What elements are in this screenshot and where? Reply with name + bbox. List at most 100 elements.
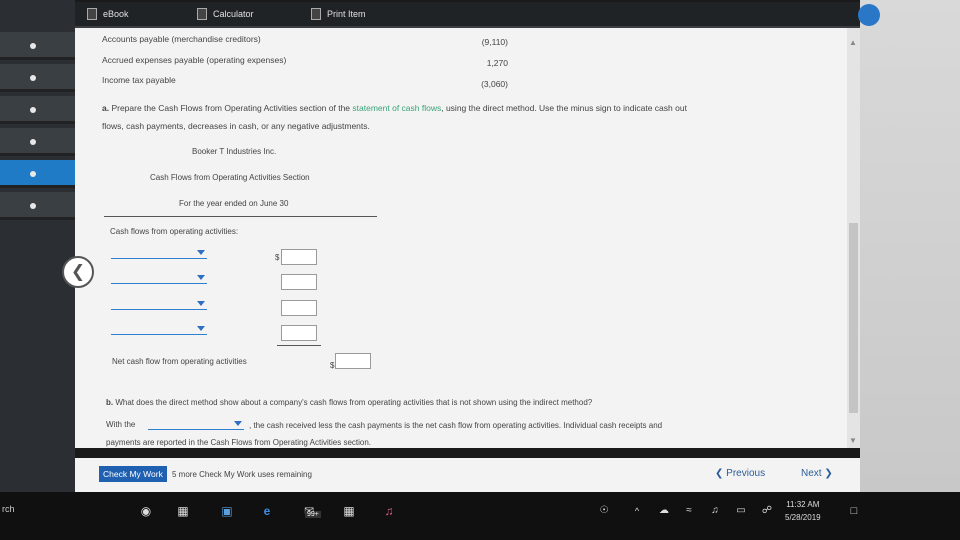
edge-browser-icon[interactable]: e xyxy=(258,502,276,520)
next-label: Next xyxy=(801,468,822,479)
method-dropdown[interactable] xyxy=(148,420,244,430)
previous-label: Previous xyxy=(726,468,766,479)
nav-item-5-active[interactable] xyxy=(0,160,75,188)
check-my-work-button[interactable]: Check My Work xyxy=(99,466,167,482)
account-label: Accounts payable (merchandise creditors) xyxy=(102,34,261,44)
print-label: Print Item xyxy=(327,9,366,19)
next-button[interactable]: Next ❯ xyxy=(801,468,833,479)
top-toolbar: eBook Calculator Print Item xyxy=(75,2,860,28)
nav-dot-icon xyxy=(30,139,36,145)
scroll-thumb[interactable] xyxy=(849,223,858,413)
account-value: (9,110) xyxy=(481,37,508,47)
line-item-dropdown[interactable] xyxy=(111,325,207,335)
nav-item-6[interactable] xyxy=(0,192,75,220)
statement-link[interactable]: statement of cash flows xyxy=(352,103,441,113)
chevron-down-icon xyxy=(197,275,205,280)
part-b-question: b. What does the direct method show abou… xyxy=(106,398,592,407)
dollar-sign: $ xyxy=(275,253,280,262)
calculator-label: Calculator xyxy=(213,9,254,19)
net-cash-input[interactable] xyxy=(335,353,371,369)
music-icon[interactable]: ♫ xyxy=(380,502,398,520)
line-item-dropdown[interactable] xyxy=(111,300,207,310)
account-value: 1,270 xyxy=(486,58,508,68)
part-a-line2: flows, cash payments, decreases in cash,… xyxy=(102,121,370,131)
part-b-answer-tail: , the cash received less the cash paymen… xyxy=(249,421,663,430)
footer-bar: Check My Work 5 more Check My Work uses … xyxy=(75,458,860,492)
remaining-uses-text: 5 more Check My Work uses remaining xyxy=(172,470,312,479)
scroll-up-icon[interactable]: ▲ xyxy=(849,38,857,47)
calculator-button[interactable]: Calculator xyxy=(197,8,254,20)
people-icon[interactable]: ☉ xyxy=(595,502,613,520)
notification-badge: 99+ xyxy=(305,511,321,518)
content-scrollbar[interactable]: ▲ ▼ xyxy=(847,28,860,448)
amount-input[interactable] xyxy=(281,274,317,290)
amount-input[interactable] xyxy=(281,300,317,316)
show-hidden-icons[interactable]: ^ xyxy=(628,502,646,520)
nav-item-4[interactable] xyxy=(0,128,75,156)
left-nav-panel xyxy=(0,0,75,492)
company-name: Booker T Industries Inc. xyxy=(192,147,277,156)
search-box-fragment[interactable]: rch xyxy=(2,504,15,514)
store-icon[interactable]: ▦ xyxy=(340,502,358,520)
cloud-icon[interactable]: ☁ xyxy=(655,502,673,520)
line-item-dropdown[interactable] xyxy=(111,249,207,259)
print-icon xyxy=(311,8,321,20)
action-center-icon[interactable]: □ xyxy=(845,502,863,520)
file-explorer-icon[interactable]: ▣ xyxy=(218,502,236,520)
nav-item-1[interactable] xyxy=(0,32,75,60)
nav-item-2[interactable] xyxy=(0,64,75,92)
nav-dot-icon xyxy=(30,75,36,81)
assistant-icon[interactable] xyxy=(858,4,880,26)
network-icon[interactable]: ☍ xyxy=(758,502,776,520)
part-b-line3: payments are reported in the Cash Flows … xyxy=(106,438,372,447)
statement-period: For the year ended on June 30 xyxy=(179,199,289,208)
dollar-sign: $ xyxy=(330,361,335,370)
ebook-label: eBook xyxy=(103,9,129,19)
clock-time: 11:32 AM xyxy=(786,500,820,509)
subtotal-rule xyxy=(277,345,321,346)
battery-icon[interactable]: ▭ xyxy=(732,502,750,520)
clock-date: 5/28/2019 xyxy=(785,513,821,522)
account-label: Income tax payable xyxy=(102,75,176,85)
scroll-down-icon[interactable]: ▼ xyxy=(849,436,857,445)
net-cash-label: Net cash flow from operating activities xyxy=(112,357,247,366)
system-clock[interactable]: 11:32 AM 5/28/2019 xyxy=(785,498,821,524)
task-view-icon[interactable]: ▦ xyxy=(174,502,192,520)
header-rule xyxy=(104,216,377,217)
account-value: (3,060) xyxy=(481,79,508,89)
chevron-down-icon xyxy=(197,326,205,331)
part-a-text-after: , using the direct method. Use the minus… xyxy=(441,103,687,113)
screen-glare-edge xyxy=(860,0,960,492)
chevron-left-icon: ❮ xyxy=(70,262,86,281)
amount-input[interactable] xyxy=(281,249,317,265)
nav-item-3[interactable] xyxy=(0,96,75,124)
microphone-icon[interactable]: ◉ xyxy=(137,502,155,520)
chevron-left-icon: ❮ xyxy=(715,468,724,479)
part-a-instructions: a. Prepare the Cash Flows from Operating… xyxy=(102,103,687,113)
print-button[interactable]: Print Item xyxy=(311,8,366,20)
chevron-down-icon xyxy=(197,250,205,255)
part-b-text: What does the direct method show about a… xyxy=(113,398,593,407)
nav-dot-icon xyxy=(30,43,36,49)
ebook-button[interactable]: eBook xyxy=(87,8,129,20)
book-icon xyxy=(87,8,97,20)
chevron-down-icon xyxy=(234,421,242,426)
calculator-icon xyxy=(197,8,207,20)
volume-icon[interactable]: ♫ xyxy=(706,502,724,520)
amount-input[interactable] xyxy=(281,325,317,341)
line-item-dropdown[interactable] xyxy=(111,274,207,284)
account-label: Accrued expenses payable (operating expe… xyxy=(102,55,287,65)
statement-title: Cash Flows from Operating Activities Sec… xyxy=(150,173,310,182)
with-the-label: With the xyxy=(106,420,136,429)
nav-dot-icon xyxy=(30,107,36,113)
previous-button[interactable]: ❮ Previous xyxy=(715,468,765,479)
nav-dot-icon xyxy=(30,203,36,209)
wifi-icon[interactable]: ≈ xyxy=(680,502,698,520)
section-label: Cash flows from operating activities: xyxy=(110,227,239,236)
part-a-text: Prepare the Cash Flows from Operating Ac… xyxy=(109,103,353,113)
question-content: Accounts payable (merchandise creditors)… xyxy=(75,28,847,448)
chevron-down-icon xyxy=(197,301,205,306)
windows-taskbar: rch ◉ ▦ ▣ e ✉ 99+ ▦ ♫ ☉ ^ ☁ ≈ ♫ ▭ ☍ 11:3… xyxy=(0,492,960,540)
chevron-right-icon: ❯ xyxy=(824,468,833,479)
collapse-panel-button[interactable]: ❮ xyxy=(62,256,94,288)
